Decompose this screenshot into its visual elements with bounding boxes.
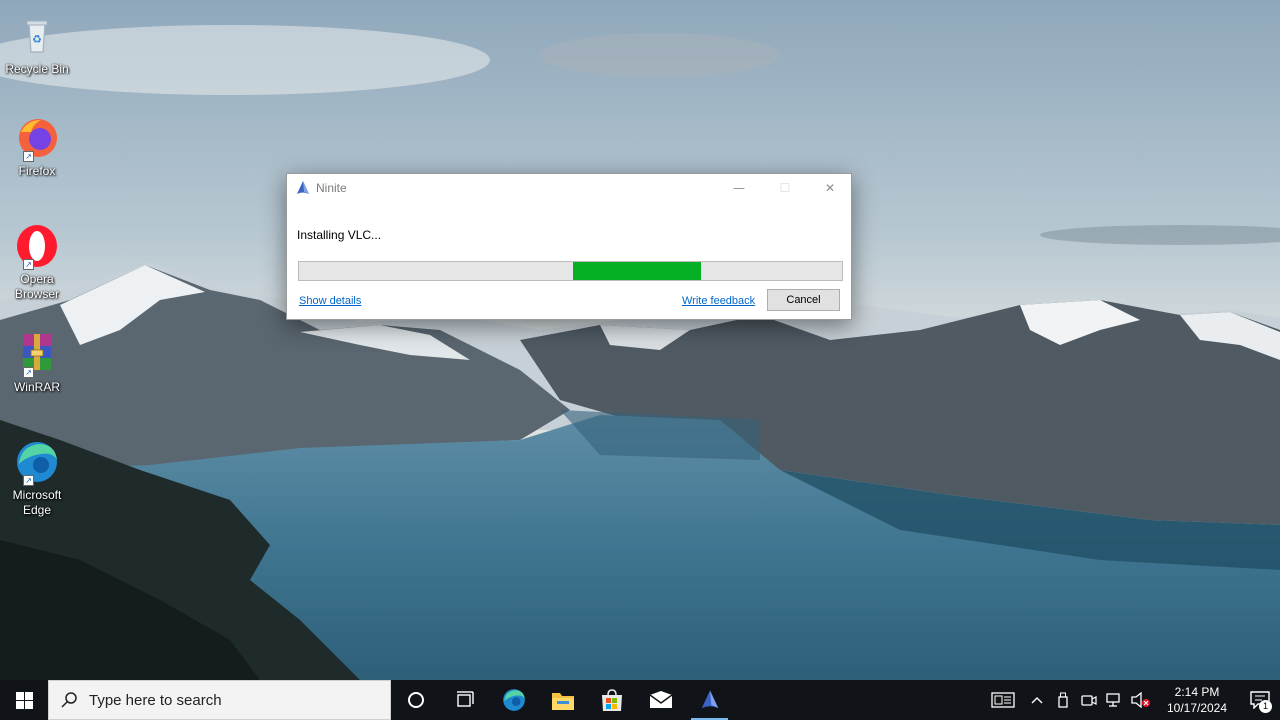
taskbar-file-explorer-button[interactable] (538, 680, 587, 720)
action-center-button[interactable]: 1 (1240, 680, 1280, 720)
taskbar-store-button[interactable] (587, 680, 636, 720)
volume-muted-icon (1131, 692, 1150, 708)
desktop-icon-label: WinRAR (13, 380, 60, 394)
start-button[interactable] (0, 680, 48, 720)
maximize-button: ☐ (779, 181, 791, 195)
edge-icon: ↗ (13, 438, 61, 486)
taskbar-clock[interactable]: 2:14 PM 10/17/2024 (1160, 684, 1234, 716)
desktop-icon-edge[interactable]: ↗ Microsoft Edge (2, 438, 72, 518)
write-feedback-link[interactable]: Write feedback (682, 295, 755, 307)
mail-icon (649, 691, 672, 708)
task-view-button[interactable] (440, 680, 489, 720)
cortana-button[interactable] (391, 680, 440, 720)
news-icon (991, 692, 1015, 708)
winrar-icon: ↗ (13, 330, 61, 378)
ninite-icon (295, 180, 311, 196)
network-icon (1106, 693, 1120, 707)
dialog-title: Ninite (316, 181, 347, 195)
desktop-icon-winrar[interactable]: ↗ WinRAR (2, 330, 72, 395)
desktop-icon-label: Opera Browser (14, 272, 59, 301)
svg-text:♻: ♻ (32, 33, 42, 46)
clock-date: 10/17/2024 (1166, 701, 1228, 715)
desktop-icon-label: Firefox (18, 164, 56, 178)
shortcut-arrow-icon: ↗ (23, 367, 34, 378)
store-icon (601, 689, 622, 711)
taskbar-ninite-button[interactable] (685, 680, 734, 720)
show-details-link[interactable]: Show details (299, 295, 361, 307)
shortcut-arrow-icon: ↗ (23, 475, 34, 486)
shortcut-arrow-icon: ↗ (23, 151, 34, 162)
notification-count-badge: 1 (1259, 700, 1272, 713)
volume-button[interactable] (1129, 680, 1153, 720)
shortcut-arrow-icon: ↗ (23, 259, 34, 270)
network-button[interactable] (1103, 680, 1127, 720)
taskbar: 2:14 PM 10/17/2024 1 (0, 680, 1280, 720)
task-view-icon (456, 691, 474, 707)
desktop-icon-firefox[interactable]: ↗ Firefox (2, 114, 72, 179)
search-icon (61, 692, 77, 708)
camera-icon (1081, 695, 1097, 706)
ninite-dialog: Ninite — ☐ ✕ Installing VLC... Show deta… (286, 173, 852, 320)
install-status: Installing VLC... (297, 228, 382, 242)
news-widget-button[interactable] (983, 680, 1023, 720)
usb-device-button[interactable] (1051, 680, 1075, 720)
edge-icon (502, 689, 525, 711)
desktop-icon-opera[interactable]: ↗ Opera Browser (2, 222, 72, 302)
usb-icon (1058, 692, 1068, 708)
ninite-icon (701, 690, 718, 709)
close-button[interactable]: ✕ (807, 174, 853, 202)
show-hidden-icons-button[interactable] (1025, 680, 1049, 720)
taskbar-edge-button[interactable] (489, 680, 538, 720)
chevron-up-icon (1031, 697, 1043, 704)
install-progress-bar (298, 261, 843, 281)
progress-bar-fill (573, 262, 701, 280)
recycle-bin-icon: ♻ (13, 12, 61, 60)
search-input[interactable] (89, 691, 369, 709)
file-explorer-icon (551, 693, 574, 710)
cortana-icon (407, 692, 424, 708)
windows-logo-icon (15, 691, 33, 709)
meet-now-button[interactable] (1077, 680, 1101, 720)
taskbar-mail-button[interactable] (636, 680, 685, 720)
clock-time: 2:14 PM (1174, 685, 1220, 699)
desktop-icon-label: Microsoft Edge (12, 488, 62, 517)
desktop-wallpaper (0, 0, 1280, 680)
opera-icon: ↗ (13, 222, 61, 270)
desktop-icon-recycle-bin[interactable]: ♻ Recycle Bin (2, 12, 72, 77)
minimize-button[interactable]: — (716, 174, 762, 202)
system-tray: 2:14 PM 10/17/2024 1 (982, 680, 1280, 720)
taskbar-search-box[interactable] (48, 680, 391, 720)
desktop-icon-label: Recycle Bin (5, 62, 69, 76)
cancel-button[interactable]: Cancel (767, 289, 840, 311)
dialog-titlebar[interactable]: Ninite — ☐ ✕ (287, 174, 851, 202)
firefox-icon: ↗ (13, 114, 61, 162)
